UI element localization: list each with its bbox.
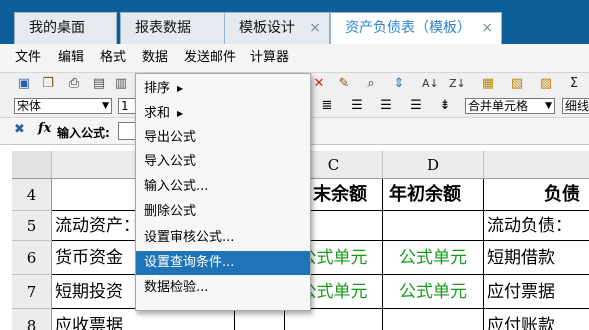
function-icon[interactable]: fx xyxy=(38,121,51,136)
table-cell[interactable] xyxy=(383,211,484,241)
table-cell[interactable] xyxy=(235,309,285,330)
close-icon[interactable]: × xyxy=(481,13,493,44)
tab-label: 模板设计 xyxy=(239,20,295,36)
find-icon[interactable]: ⌕ xyxy=(363,76,379,92)
submenu-arrow-icon: ▶ xyxy=(177,109,184,118)
tab-bar: 我的桌面 报表数据 × 模板设计 × 资产负债表（模板） × xyxy=(0,0,589,44)
chevron-down-icon: ▼ xyxy=(545,101,552,111)
submenu-arrow-icon: ▶ xyxy=(177,84,184,93)
formula-cell[interactable]: 公式单元 xyxy=(383,275,484,309)
copy-file-icon[interactable]: ❐ xyxy=(40,76,56,92)
row-header[interactable]: 6 xyxy=(12,241,52,275)
tab-label: 报表数据 xyxy=(135,20,191,36)
grid-corner[interactable] xyxy=(12,151,52,179)
data-menu-dropdown: 排序 ▶ 求和 ▶ 导出公式 导入公式 输入公式... 删除公式 设置审核公式.… xyxy=(135,73,311,311)
column-header-e[interactable] xyxy=(484,151,589,179)
formula-cell[interactable]: 公式单元 xyxy=(383,241,484,275)
table-cell[interactable]: 应付票据 xyxy=(484,275,589,309)
menu-edit[interactable]: 编辑 xyxy=(58,44,84,72)
tab-label: 我的桌面 xyxy=(29,20,85,36)
table-cell[interactable]: 年初余额 xyxy=(383,179,484,211)
row-header[interactable]: 8 xyxy=(12,309,52,330)
table-cell[interactable]: 负债 xyxy=(484,179,589,211)
menu-format[interactable]: 格式 xyxy=(100,44,126,72)
table-cell[interactable] xyxy=(383,309,484,330)
align-center-icon[interactable]: ☰ xyxy=(378,98,394,114)
align-justify-icon[interactable]: ≣ xyxy=(319,98,335,114)
menu-calculator[interactable]: 计算器 xyxy=(250,44,289,72)
menu-bar: 文件 编辑 格式 数据 发送邮件 计算器 xyxy=(0,44,589,73)
table-cell[interactable]: 流动负债： xyxy=(484,211,589,241)
delete-icon[interactable]: ✕ xyxy=(311,76,327,92)
column-header-d[interactable]: D xyxy=(383,151,484,179)
align-right-icon[interactable]: ☰ xyxy=(408,98,424,114)
menu-item-export-formula[interactable]: 导出公式 xyxy=(136,126,310,150)
font-name-value: 宋体 xyxy=(17,99,42,113)
menu-item-sum[interactable]: 求和 ▶ xyxy=(136,102,310,126)
table-cell[interactable]: 应付账款 xyxy=(484,309,589,330)
border-style-value: 细线 xyxy=(565,99,589,113)
table-cell[interactable] xyxy=(285,309,383,330)
tab-my-desktop[interactable]: 我的桌面 xyxy=(14,12,117,44)
print-icon[interactable]: ▤ xyxy=(91,76,107,92)
sort-descending-icon[interactable]: Z↓ xyxy=(449,76,466,92)
table-cell[interactable]: 应收票据 xyxy=(52,309,235,330)
row-header[interactable]: 7 xyxy=(12,275,52,309)
paste-icon[interactable]: ▧ xyxy=(509,76,525,92)
save-icon[interactable]: ▣ xyxy=(16,76,32,92)
border-style-select[interactable]: 细线 xyxy=(562,98,589,114)
menu-item-set-audit-formula[interactable]: 设置审核公式... xyxy=(136,226,310,250)
align-left-icon[interactable]: ☰ xyxy=(349,98,365,114)
table-cell[interactable]: 短期借款 xyxy=(484,241,589,275)
menu-item-set-query-condition[interactable]: 设置查询条件... xyxy=(136,251,310,275)
print-preview-icon[interactable]: ⎙ xyxy=(66,76,82,92)
menu-item-import-formula[interactable]: 导入公式 xyxy=(136,150,310,174)
merge-cells-value: 合并单元格 xyxy=(468,99,529,113)
menu-item-sort[interactable]: 排序 ▶ xyxy=(136,77,310,101)
cut-icon[interactable]: ▦ xyxy=(480,76,496,92)
menu-data[interactable]: 数据 xyxy=(142,44,168,72)
sort-ascending-icon[interactable]: A↓ xyxy=(422,76,439,92)
row-header[interactable]: 5 xyxy=(12,211,52,241)
font-name-select[interactable]: 宋体 ▼ xyxy=(14,98,112,114)
close-icon[interactable]: × xyxy=(309,13,321,44)
tab-label: 资产负债表（模板） xyxy=(345,20,471,36)
merge-cells-select[interactable]: 合并单元格 ▼ xyxy=(465,98,555,114)
menu-item-delete-formula[interactable]: 删除公式 xyxy=(136,200,310,224)
cancel-icon[interactable]: ✖ xyxy=(14,122,25,137)
tab-template-design[interactable]: 模板设计 × xyxy=(224,12,330,44)
clear-format-icon[interactable]: ✎ xyxy=(336,76,352,92)
sum-icon[interactable]: Σ xyxy=(566,76,582,92)
row-header[interactable]: 4 xyxy=(12,179,52,211)
formula-label: 输入公式: xyxy=(57,126,110,140)
tab-balance-sheet-template[interactable]: 资产负债表（模板） × xyxy=(330,12,502,44)
menu-item-label: 求和 xyxy=(144,106,171,121)
sort-icon[interactable]: ⇕ xyxy=(391,76,407,92)
menu-send-email[interactable]: 发送邮件 xyxy=(184,44,236,72)
font-size-value: 1 xyxy=(121,99,129,113)
paste-special-icon[interactable]: ▨ xyxy=(538,76,554,92)
wrap-text-icon[interactable]: ⇟ xyxy=(437,98,453,114)
menu-item-data-validation[interactable]: 数据检验... xyxy=(136,276,310,300)
menu-file[interactable]: 文件 xyxy=(15,44,41,72)
tool-icon[interactable]: ▥ xyxy=(113,76,129,92)
chevron-down-icon: ▼ xyxy=(102,101,109,111)
menu-item-label: 排序 xyxy=(144,81,171,96)
menu-item-input-formula[interactable]: 输入公式... xyxy=(136,175,310,199)
